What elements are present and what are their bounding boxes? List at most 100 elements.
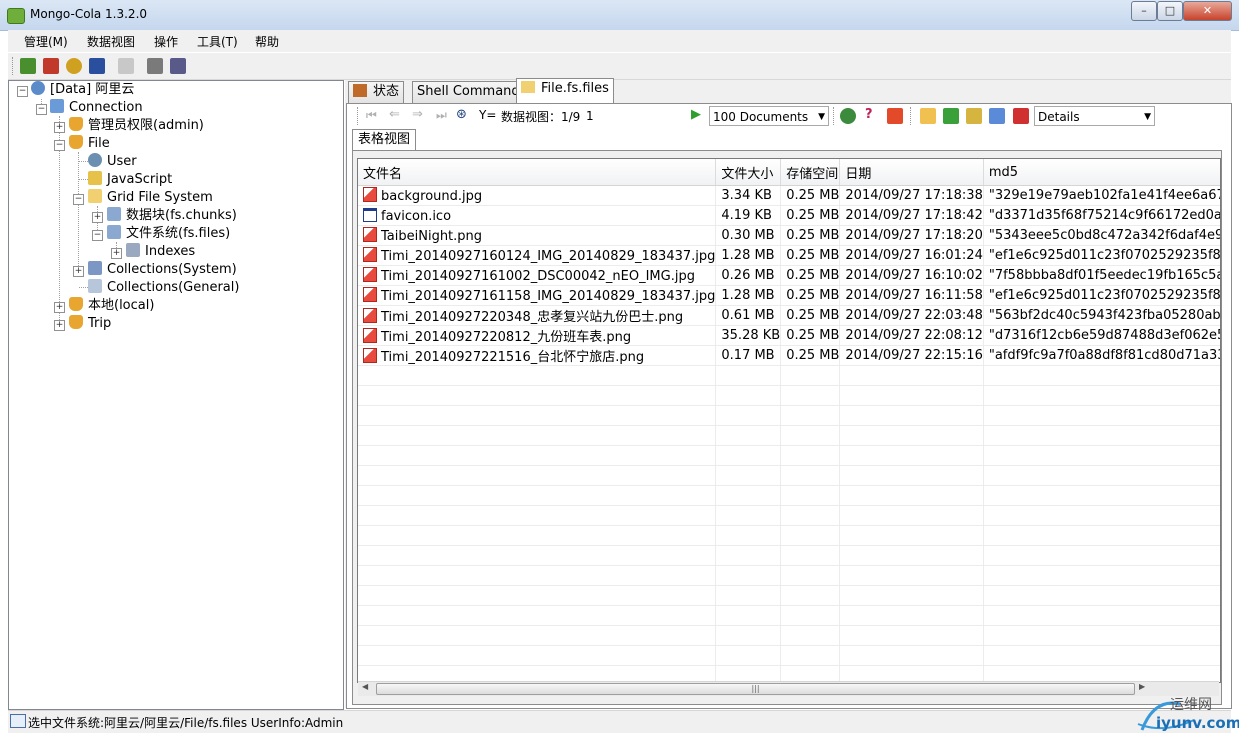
tree-node-indexes[interactable]: Indexes — [126, 243, 195, 261]
stop-icon[interactable] — [887, 108, 903, 124]
data-grid[interactable]: 文件名 文件大小 存储空间 日期 md5 C background.jpg3.3… — [357, 158, 1221, 683]
close-button[interactable]: ✕ — [1183, 1, 1232, 21]
tools-icon[interactable] — [147, 58, 163, 74]
expand-toggle[interactable]: + — [54, 122, 65, 133]
collapse-toggle[interactable]: − — [54, 140, 65, 151]
menu-manage[interactable]: 管理(M) — [24, 33, 68, 50]
binoculars-icon[interactable]: ⊛ — [456, 107, 467, 122]
tree-node-javascript[interactable]: JavaScript — [88, 171, 172, 189]
empty-cell — [358, 445, 717, 466]
expand-toggle[interactable]: + — [92, 212, 103, 223]
empty-cell — [780, 565, 841, 586]
table-row[interactable]: TaibeiNight.png 0.30 MB 0.25 MB 2014/09/27 … — [358, 225, 1220, 246]
add-connection-icon[interactable] — [20, 58, 36, 74]
refresh-icon[interactable] — [66, 58, 82, 74]
column-header-md5[interactable]: md5 — [983, 159, 1220, 186]
expand-toggle[interactable]: + — [73, 266, 84, 277]
tab-file-fs-files[interactable]: File.fs.files — [516, 78, 614, 104]
upload-icon[interactable] — [943, 108, 959, 124]
scroll-left-icon[interactable]: ◀ — [362, 682, 368, 691]
empty-cell — [983, 625, 1220, 646]
empty-cell — [839, 505, 984, 526]
prev-page-icon[interactable]: ⇐ — [389, 107, 400, 122]
tree-node-files[interactable]: 文件系统(fs.files) — [107, 225, 230, 243]
column-header-date[interactable]: 日期 — [839, 159, 984, 186]
expand-toggle[interactable]: + — [54, 302, 65, 313]
pager-label: 数据视图：1/9 — [501, 110, 581, 124]
collapse-toggle[interactable]: − — [92, 230, 103, 241]
folder-open-icon — [88, 189, 102, 203]
menu-operation[interactable]: 操作 — [154, 33, 178, 50]
next-page-icon[interactable]: ⇒ — [412, 107, 423, 122]
table-row[interactable]: Timi_20140927161158_IMG_20140829_183437.… — [358, 285, 1220, 306]
column-header-size[interactable]: 文件大小 — [715, 159, 782, 186]
tab-status[interactable]: 状态 — [348, 81, 405, 103]
table-row[interactable]: Timi_20140927220812_九份班车表.png 35.28 KB 0.2… — [358, 325, 1220, 346]
table-row[interactable]: Timi_20140927160124_IMG_20140829_183437.… — [358, 245, 1220, 266]
empty-cell — [780, 445, 841, 466]
table-row[interactable]: background.jpg 3.34 KB 0.25 MB 2014/09/27 1… — [358, 185, 1220, 206]
tree-node-connection[interactable]: Connection — [50, 99, 143, 117]
cell-filename-text: Timi_20140927161158_IMG_20140829_183437.… — [381, 289, 716, 304]
page-input[interactable]: 1 — [584, 106, 686, 126]
tree-node-local[interactable]: 本地(local) — [69, 297, 154, 315]
column-header-filename[interactable]: 文件名 — [358, 159, 717, 186]
database-icon[interactable] — [89, 58, 105, 74]
table-row[interactable]: favicon.ico 4.19 KB 0.25 MB 2014/09/27 17:1… — [358, 205, 1220, 226]
cell-storage: 0.25 MB — [780, 345, 841, 366]
tree-node-chunks[interactable]: 数据块(fs.chunks) — [107, 207, 237, 225]
menu-help[interactable]: 帮助 — [255, 33, 279, 50]
tree-node-collections-general[interactable]: Collections(General) — [88, 279, 239, 297]
cell-date-text: 2014/09/27 16:10:02 — [845, 268, 983, 283]
menu-dataview[interactable]: 数据视图 — [87, 33, 135, 50]
last-page-icon[interactable]: ⏭ — [436, 108, 447, 123]
open-folder-icon[interactable] — [920, 108, 936, 124]
maximize-button[interactable]: □ — [1157, 1, 1183, 21]
tree-node-root[interactable]: [Data] 阿里云 — [31, 81, 134, 99]
refresh-data-icon[interactable] — [840, 108, 856, 124]
run-query-icon[interactable]: ▶ — [691, 107, 701, 122]
view-mode-select[interactable]: Details ▼ — [1034, 106, 1155, 126]
collapse-toggle[interactable]: − — [36, 104, 47, 115]
empty-cell — [358, 625, 717, 646]
filter-icon[interactable]: Y= — [479, 108, 496, 122]
table-row[interactable]: Timi_20140927220348_忠孝复兴站九份巴士.png 0.61 MB… — [358, 305, 1220, 326]
tab-table-view[interactable]: 表格视图 — [352, 129, 417, 151]
database-icon — [69, 135, 83, 149]
cell-size: 0.61 MB — [715, 305, 782, 326]
chevron-down-icon: ▼ — [818, 112, 825, 122]
minimize-button[interactable]: – — [1131, 1, 1157, 21]
expand-toggle[interactable]: + — [54, 320, 65, 331]
collapse-toggle[interactable]: − — [73, 194, 84, 205]
first-page-icon[interactable]: ⏮ — [366, 108, 377, 123]
tree-node-user[interactable]: User — [88, 153, 137, 171]
tab-shell-command[interactable]: Shell Command — [412, 81, 525, 103]
column-header-storage[interactable]: 存储空间 — [780, 159, 841, 186]
expand-toggle[interactable]: + — [111, 248, 122, 259]
tree-node-gridfs[interactable]: Grid File System — [88, 189, 213, 207]
delete-file-icon[interactable] — [1013, 108, 1029, 124]
remove-connection-icon[interactable] — [43, 58, 59, 74]
cell-filename: Timi_20140927161002_DSC00042_nEO_IMG.jpg — [358, 265, 717, 286]
tree-node-collections-system[interactable]: Collections(System) — [88, 261, 237, 279]
tree-node-trip[interactable]: Trip — [69, 315, 111, 333]
scrollbar-thumb[interactable]: ||| — [376, 683, 1135, 695]
download-folder-icon[interactable] — [966, 108, 982, 124]
empty-cell — [780, 505, 841, 526]
cell-storage-text: 0.25 MB — [786, 248, 840, 263]
tree-node-admin[interactable]: 管理员权限(admin) — [69, 117, 204, 135]
table-row[interactable]: Timi_20140927221516_台北怀宁旅店.png 0.17 MB 0.2… — [358, 345, 1220, 366]
save-to-icon[interactable] — [989, 108, 1005, 124]
menu-tools[interactable]: 工具(T) — [197, 33, 238, 50]
help-icon[interactable]: ? — [865, 107, 873, 122]
toolbar-grip — [12, 57, 15, 75]
empty-cell — [358, 405, 717, 426]
table-row[interactable]: Timi_20140927161002_DSC00042_nEO_IMG.jpg… — [358, 265, 1220, 286]
collapse-toggle[interactable]: − — [17, 86, 28, 97]
server-icon — [31, 81, 45, 95]
tree-node-file[interactable]: File — [69, 135, 110, 153]
export-icon[interactable] — [170, 58, 186, 74]
documents-per-page-select[interactable]: 100 Documents ▼ — [709, 106, 829, 126]
empty-row — [358, 365, 1220, 386]
tree-line — [79, 161, 88, 162]
